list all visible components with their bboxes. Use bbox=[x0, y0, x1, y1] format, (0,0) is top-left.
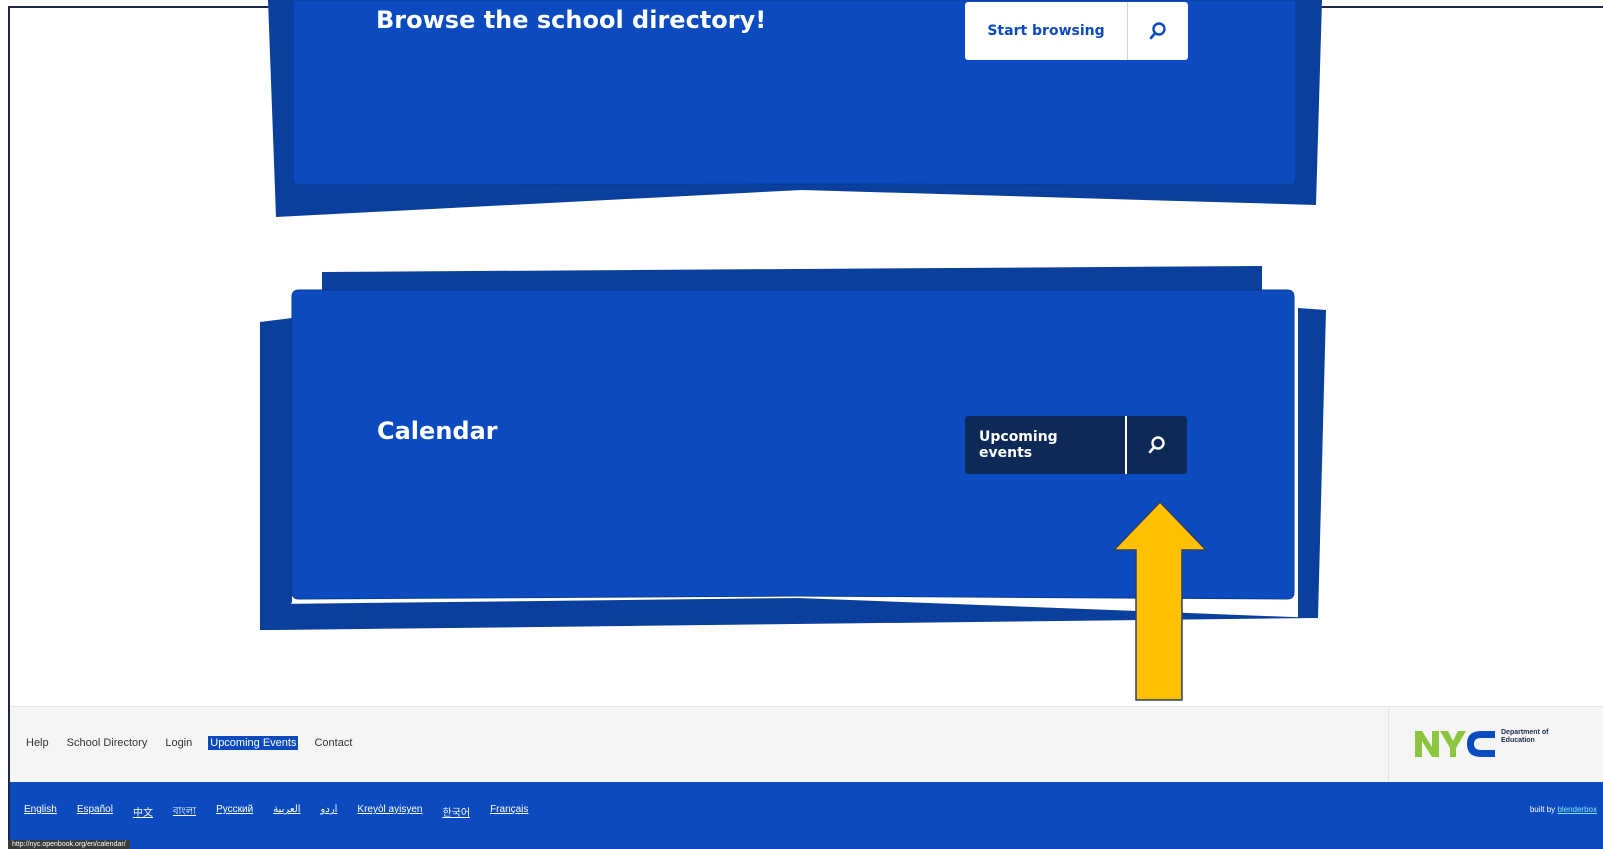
directory-card: Browse the school directory! Start brows… bbox=[262, 0, 1332, 230]
start-browsing-button[interactable]: Start browsing bbox=[965, 2, 1128, 60]
language-link-haitian-creole[interactable]: Kreyòl ayisyen bbox=[357, 804, 422, 821]
up-arrow-icon bbox=[1112, 500, 1208, 701]
footer-link-login[interactable]: Login bbox=[163, 736, 194, 750]
language-link-arabic[interactable]: العربية bbox=[273, 804, 300, 821]
language-link-russian[interactable]: Русский bbox=[216, 804, 253, 821]
footer-links: Help School Directory Login Upcoming Eve… bbox=[24, 736, 354, 750]
built-by-brand-link[interactable]: blenderbox bbox=[1557, 805, 1597, 814]
language-list: English Español 中文 বাংলা Русский العربية… bbox=[24, 804, 528, 821]
built-by-prefix: built by bbox=[1529, 805, 1556, 814]
language-link-chinese[interactable]: 中文 bbox=[133, 804, 153, 821]
footer-nav-bar: Help School Directory Login Upcoming Eve… bbox=[10, 706, 1603, 783]
footer-link-help[interactable]: Help bbox=[24, 736, 51, 750]
search-icon[interactable] bbox=[1128, 2, 1188, 60]
start-browsing-button-group[interactable]: Start browsing bbox=[965, 2, 1188, 60]
language-link-spanish[interactable]: Español bbox=[77, 804, 113, 821]
nyc-doe-logo[interactable]: Department of Education bbox=[1388, 707, 1603, 783]
footer-link-school-directory[interactable]: School Directory bbox=[65, 736, 150, 750]
language-link-french[interactable]: Français bbox=[490, 804, 528, 821]
language-link-english[interactable]: English bbox=[24, 804, 57, 821]
status-bar-url: http://nyc.openbook.org/en/calendar/ bbox=[8, 840, 130, 849]
doe-wordmark-line1: Department of bbox=[1501, 729, 1549, 736]
doe-wordmark: Department of Education bbox=[1501, 729, 1548, 745]
upcoming-events-button[interactable]: Upcoming events bbox=[965, 416, 1127, 474]
language-link-urdu[interactable]: اردو bbox=[321, 804, 338, 821]
nyc-logo-mark bbox=[1415, 731, 1495, 757]
upcoming-events-button-group[interactable]: Upcoming events bbox=[965, 416, 1187, 474]
footer-link-upcoming-events[interactable]: Upcoming Events bbox=[208, 736, 299, 750]
language-link-bengali[interactable]: বাংলা bbox=[173, 804, 196, 821]
directory-card-title: Browse the school directory! bbox=[376, 6, 767, 34]
language-link-korean[interactable]: 한국어 bbox=[442, 804, 470, 821]
calendar-card-title: Calendar bbox=[377, 417, 498, 445]
search-icon[interactable] bbox=[1127, 416, 1187, 474]
doe-wordmark-line2: Education bbox=[1501, 737, 1535, 744]
footer-link-contact[interactable]: Contact bbox=[312, 736, 354, 750]
language-bar: English Español 中文 বাংলা Русский العربية… bbox=[10, 782, 1603, 849]
built-by-credit: built by blenderbox bbox=[1530, 805, 1597, 814]
